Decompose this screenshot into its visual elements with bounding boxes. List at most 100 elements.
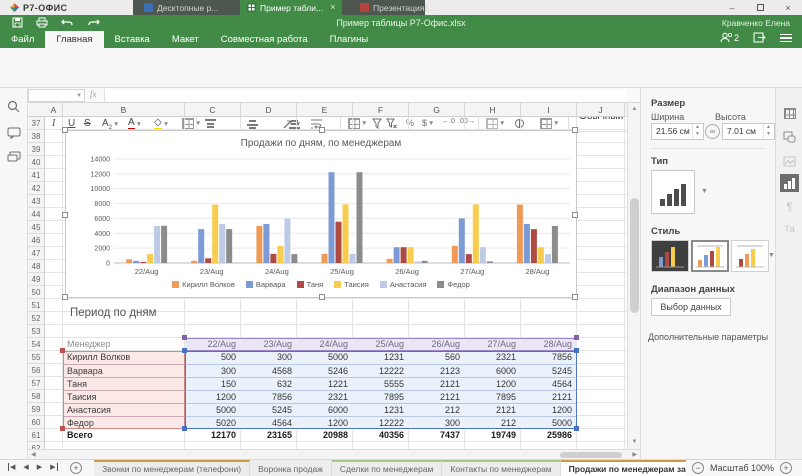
manager-name-cell[interactable]: Федор xyxy=(63,416,185,429)
value-cell[interactable]: 5000 xyxy=(297,351,353,364)
collaborators-indicator[interactable]: 2 xyxy=(720,32,739,43)
range-handle[interactable] xyxy=(182,335,187,340)
scroll-left-arrow[interactable]: ◀ xyxy=(31,451,36,458)
range-handle[interactable] xyxy=(60,426,65,431)
column-header-G[interactable]: G xyxy=(409,103,465,117)
date-header-cell[interactable]: 25/Aug xyxy=(353,338,409,351)
chart-resize-handle[interactable] xyxy=(319,127,325,133)
select-data-button[interactable]: Выбор данных xyxy=(651,298,731,316)
chart-type-button[interactable] xyxy=(651,170,695,214)
manager-header-cell[interactable]: Менеджер xyxy=(63,338,185,351)
row-header-49[interactable]: 49 xyxy=(28,273,44,286)
row-header-42[interactable]: 42 xyxy=(28,182,44,195)
value-cell[interactable]: 500 xyxy=(185,351,241,364)
date-header-cell[interactable]: 23/Aug xyxy=(241,338,297,351)
chart-resize-handle[interactable] xyxy=(572,294,578,300)
advanced-settings-link[interactable]: Дополнительные параметры xyxy=(641,332,775,342)
row-header-37[interactable]: 37 xyxy=(28,117,44,130)
restore-button[interactable] xyxy=(746,3,774,13)
menu-tab-Макет[interactable]: Макет xyxy=(161,31,210,48)
chart-resize-handle[interactable] xyxy=(572,127,578,133)
column-header-F[interactable]: F xyxy=(353,103,409,117)
close-window-button[interactable]: × xyxy=(774,3,802,13)
paragraph-settings-tab[interactable]: ¶ xyxy=(780,198,799,216)
row-header-60[interactable]: 60 xyxy=(28,416,44,429)
row-header-44[interactable]: 44 xyxy=(28,208,44,221)
column-header-B[interactable]: B xyxy=(63,103,185,117)
date-header-cell[interactable]: 28/Aug xyxy=(521,338,577,351)
close-icon[interactable]: × xyxy=(330,3,335,12)
total-value-cell[interactable]: 12170 xyxy=(185,429,241,442)
sheet-tab[interactable]: Продажи по менеджерам за неделю xyxy=(561,460,686,476)
previous-sheet-button[interactable]: ◀ xyxy=(23,463,28,471)
row-header-40[interactable]: 40 xyxy=(28,156,44,169)
first-sheet-button[interactable]: ◀ xyxy=(8,463,15,471)
row-header-53[interactable]: 53 xyxy=(28,325,44,338)
zoom-in-button[interactable]: + xyxy=(780,462,792,474)
shape-settings-tab[interactable] xyxy=(780,128,799,146)
chart-settings-tab[interactable] xyxy=(780,174,799,192)
row-header-57[interactable]: 57 xyxy=(28,377,44,390)
formula-input[interactable] xyxy=(104,89,626,102)
row-header-59[interactable]: 59 xyxy=(28,403,44,416)
total-value-cell[interactable]: 25986 xyxy=(521,429,577,442)
open-file-location-icon[interactable] xyxy=(753,32,766,43)
name-box[interactable]: ▼ xyxy=(28,89,85,102)
row-header-50[interactable]: 50 xyxy=(28,286,44,299)
column-header-A[interactable]: A xyxy=(45,103,63,117)
hamburger-menu-icon[interactable] xyxy=(780,34,792,42)
value-cell[interactable]: 2321 xyxy=(465,351,521,364)
window-tab[interactable]: Десктопные р... xyxy=(137,0,225,15)
horizontal-scroll-thumb[interactable] xyxy=(560,452,622,458)
value-cell[interactable]: 1231 xyxy=(353,351,409,364)
column-header-J[interactable]: J xyxy=(577,103,625,117)
total-label-cell[interactable]: Всего xyxy=(63,429,185,442)
row-header-43[interactable]: 43 xyxy=(28,195,44,208)
row-header-41[interactable]: 41 xyxy=(28,169,44,182)
row-header-51[interactable]: 51 xyxy=(28,299,44,312)
window-tab[interactable]: Пример табли...× xyxy=(240,0,342,15)
total-value-cell[interactable]: 23165 xyxy=(241,429,297,442)
range-handle[interactable] xyxy=(60,348,65,353)
chart-style-thumb-selected[interactable] xyxy=(691,240,729,272)
row-header-55[interactable]: 55 xyxy=(28,351,44,364)
column-header-D[interactable]: D xyxy=(241,103,297,117)
chart-object[interactable]: Продажи по дням, по менеджерам 020004000… xyxy=(65,130,577,298)
value-cell[interactable]: 7856 xyxy=(521,351,577,364)
range-handle[interactable] xyxy=(182,348,187,353)
date-header-cell[interactable]: 27/Aug xyxy=(465,338,521,351)
column-header-H[interactable]: H xyxy=(465,103,521,117)
menu-tab-Файл[interactable]: Файл xyxy=(0,31,45,48)
window-tab[interactable]: Презентация1... xyxy=(353,0,443,15)
chart-type-dropdown-arrow[interactable]: ▼ xyxy=(701,188,708,195)
manager-name-cell[interactable]: Кирилл Волков xyxy=(63,351,185,364)
manager-name-cell[interactable]: Варвара xyxy=(63,364,185,377)
chart-style-thumb-dark[interactable] xyxy=(651,240,689,272)
row-header-54[interactable]: 54 xyxy=(28,338,44,351)
manager-name-cell[interactable]: Таисия xyxy=(63,390,185,403)
row-header-62[interactable]: 62 xyxy=(28,442,44,449)
chart-style-thumb-light[interactable] xyxy=(731,240,769,272)
date-header-cell[interactable]: 22/Aug xyxy=(185,338,241,351)
manager-name-cell[interactable]: Таня xyxy=(63,377,185,390)
row-header-46[interactable]: 46 xyxy=(28,234,44,247)
value-cell[interactable]: 560 xyxy=(409,351,465,364)
column-header-E[interactable]: E xyxy=(297,103,353,117)
sheet-tab[interactable]: Воронка продаж xyxy=(250,460,332,476)
row-header-61[interactable]: 61 xyxy=(28,429,44,442)
row-header-48[interactable]: 48 xyxy=(28,260,44,273)
menu-tab-Главная[interactable]: Главная xyxy=(45,31,103,48)
sheet-tab[interactable]: Контакты по менеджерам xyxy=(442,460,560,476)
value-cell[interactable]: 300 xyxy=(241,351,297,364)
horizontal-scrollbar[interactable]: ◀ ▶ xyxy=(28,449,640,459)
cell-settings-tab[interactable] xyxy=(780,104,799,122)
chart-resize-handle[interactable] xyxy=(319,294,325,300)
row-header-52[interactable]: 52 xyxy=(28,312,44,325)
chart-style-dropdown-arrow[interactable]: ▼ xyxy=(768,252,775,259)
width-input[interactable]: 21.56 см▲▼ xyxy=(651,123,704,140)
total-value-cell[interactable]: 20988 xyxy=(297,429,353,442)
total-value-cell[interactable]: 40356 xyxy=(353,429,409,442)
add-sheet-button[interactable]: + xyxy=(70,462,82,474)
sheet-tab[interactable]: Сделки по менеджерам xyxy=(332,460,443,476)
row-header-45[interactable]: 45 xyxy=(28,221,44,234)
